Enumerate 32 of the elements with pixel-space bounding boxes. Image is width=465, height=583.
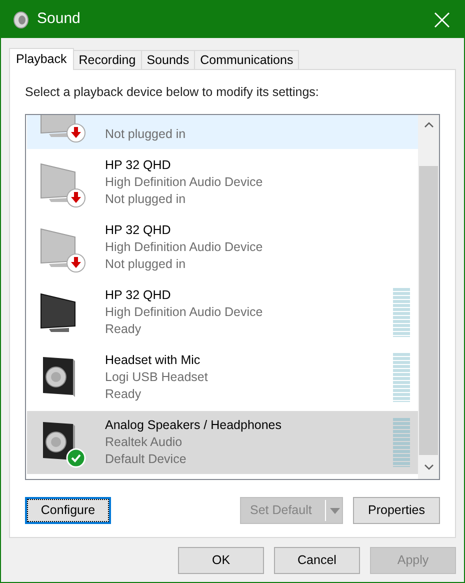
tab[interactable]: Playback: [9, 48, 74, 70]
device-description: High Definition Audio Device: [105, 239, 263, 256]
scroll-down-icon[interactable]: [424, 464, 434, 470]
device-status: Not plugged in: [105, 256, 187, 273]
tab[interactable]: Communications: [195, 50, 300, 69]
device-description: Logi USB Headset: [105, 369, 208, 386]
device-status: Ready: [105, 386, 142, 403]
device-name: HP 32 QHD: [105, 287, 172, 304]
scroll-thumb[interactable]: [419, 166, 438, 455]
tab[interactable]: Recording: [74, 50, 142, 69]
device-description: Realtek Audio: [105, 434, 184, 451]
device-status: Ready: [105, 321, 142, 338]
scroll-up-icon[interactable]: [424, 122, 434, 128]
device-status: Not plugged in: [105, 126, 186, 143]
tab[interactable]: Sounds: [142, 50, 196, 69]
device-row[interactable]: Analog Speakers / Headphones Realtek Audio Default Device: [27, 411, 418, 474]
device-status: Default Device: [105, 451, 188, 468]
button[interactable]: Properties: [353, 497, 440, 524]
device-name: Headset with Mic: [105, 352, 202, 369]
scrollbar[interactable]: [418, 115, 439, 479]
window-title: Sound: [37, 9, 80, 30]
button[interactable]: OK: [178, 547, 264, 574]
device-name: HP 32 QHD: [105, 222, 172, 239]
device-description: High Definition Audio Device: [105, 174, 263, 191]
button[interactable]: Configure: [25, 497, 111, 524]
device-name: Analog Speakers / Headphones: [105, 417, 282, 434]
device-status: Not plugged in: [105, 191, 187, 208]
instruction-text: Select a playback device below to modify its settings:: [25, 84, 320, 100]
device-description: High Definition Audio Device: [105, 304, 263, 321]
button[interactable]: Cancel: [274, 547, 360, 574]
speaker-icon: [12, 10, 30, 28]
device-name: HP 32 QHD: [105, 157, 172, 174]
